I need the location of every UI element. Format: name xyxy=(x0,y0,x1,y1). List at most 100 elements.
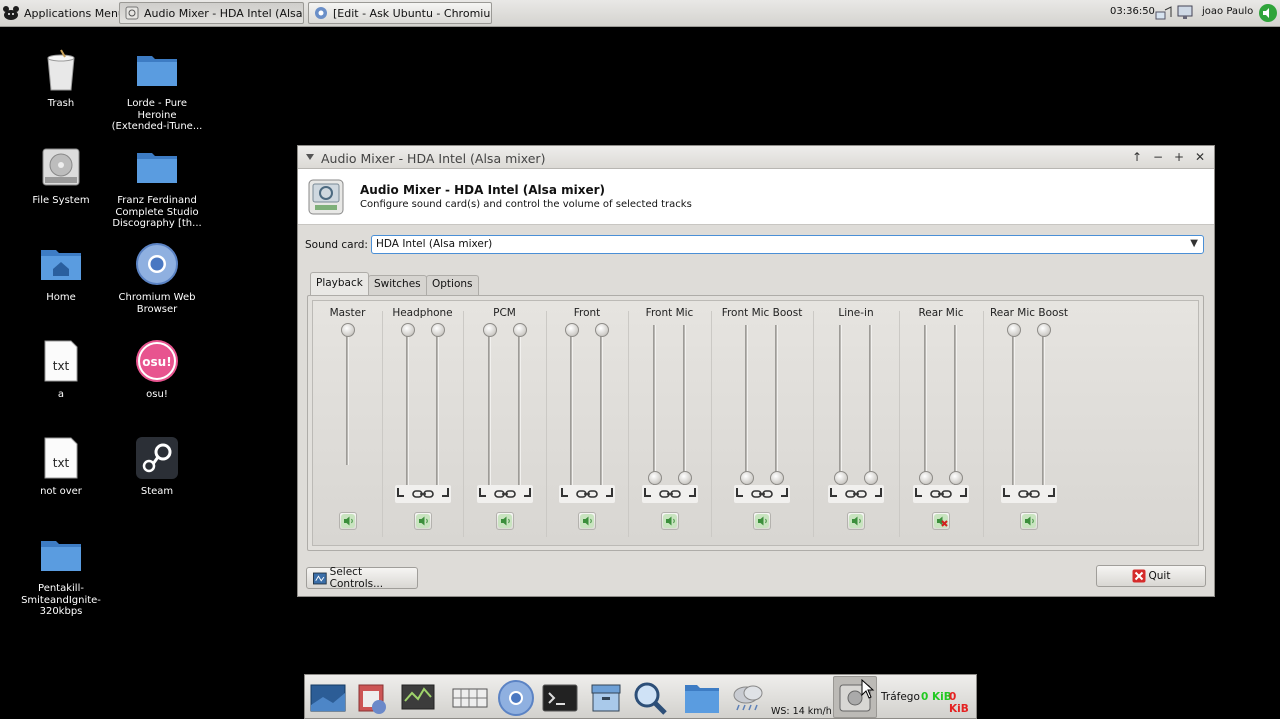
volume-slider-track[interactable] xyxy=(600,325,603,485)
volume-slider-handle-right[interactable] xyxy=(430,323,445,337)
chromium-icon xyxy=(136,243,178,285)
mute-toggle[interactable] xyxy=(338,512,357,530)
desktop-icon-steam[interactable]: Steam xyxy=(109,436,205,498)
volume-slider-track[interactable] xyxy=(435,325,439,485)
user-name[interactable]: joao Paulo xyxy=(1202,6,1253,17)
volume-slider-handle-left[interactable] xyxy=(565,323,579,337)
mute-toggle[interactable] xyxy=(495,512,514,530)
channel-lock-toggle[interactable] xyxy=(476,485,533,503)
close-icon[interactable]: ✕ xyxy=(1193,150,1207,164)
clock[interactable]: 03:36:50 xyxy=(1110,6,1155,17)
channel-lock-toggle[interactable] xyxy=(394,485,451,503)
mute-toggle[interactable] xyxy=(578,512,596,530)
tab-switches[interactable]: Switches xyxy=(368,275,427,295)
maximize-icon[interactable]: + xyxy=(1172,150,1186,164)
volume-slider-track[interactable] xyxy=(745,325,748,485)
volume-slider-track[interactable] xyxy=(652,325,656,485)
desktop-icon-folder[interactable]: Lorde - Pure Heroine (Extended-iTune... xyxy=(109,48,205,133)
volume-slider-track[interactable] xyxy=(839,325,842,485)
window-titlebar[interactable]: Audio Mixer - HDA Intel (Alsa mixer) ↑ −… xyxy=(298,146,1214,169)
keep-above-icon[interactable]: ↑ xyxy=(1130,150,1144,164)
volume-slider-handle-left[interactable] xyxy=(482,323,497,337)
desktop-icon-folder[interactable]: Franz Ferdinand Complete Studio Discogra… xyxy=(109,145,205,230)
mute-toggle[interactable] xyxy=(413,512,432,530)
taskbar-item-audio-mixer[interactable]: Audio Mixer - HDA Intel (Alsa mi... xyxy=(119,2,304,24)
software-center-icon[interactable] xyxy=(353,679,391,717)
volume-slider-track[interactable] xyxy=(954,325,957,485)
quit-label: Quit xyxy=(1148,570,1171,582)
system-monitor-icon[interactable] xyxy=(399,679,437,717)
channel-strip: Master xyxy=(313,301,382,545)
weather-icon[interactable] xyxy=(729,679,767,717)
terminal-icon[interactable] xyxy=(541,679,579,717)
display-icon[interactable] xyxy=(1176,3,1196,23)
volume-slider-track[interactable] xyxy=(869,325,872,485)
mute-toggle[interactable] xyxy=(753,512,771,530)
desktop-icon-trash[interactable]: Trash xyxy=(13,48,109,110)
mute-toggle[interactable] xyxy=(660,512,679,530)
volume-slider-track[interactable] xyxy=(924,325,927,485)
channel-lock-toggle[interactable] xyxy=(641,485,698,503)
tab-options[interactable]: Options xyxy=(426,275,479,295)
volume-slider-handle-left[interactable] xyxy=(647,471,662,485)
desktop-icon-osu[interactable]: osu! osu! xyxy=(109,339,205,401)
volume-slider-track[interactable] xyxy=(405,325,409,485)
volume-slider-handle-left[interactable] xyxy=(1007,323,1021,337)
desktop-icon-folder[interactable]: Pentakill-SmiteandIgnite-320kbps xyxy=(13,533,109,618)
select-controls-button[interactable]: Select Controls... xyxy=(306,566,418,590)
workspace-switcher-icon[interactable] xyxy=(451,679,489,717)
channel-lock-toggle[interactable] xyxy=(913,485,969,503)
volume-slider-handle-right[interactable] xyxy=(949,471,963,485)
channel-lock-toggle[interactable] xyxy=(1001,485,1057,503)
volume-slider-handle-right[interactable] xyxy=(512,323,527,337)
volume-slider-handle-left[interactable] xyxy=(340,323,355,337)
desktop-icon-home[interactable]: Home xyxy=(13,242,109,304)
text-file-icon: txt xyxy=(44,437,78,479)
archive-icon[interactable] xyxy=(587,679,625,717)
volume-slider-track[interactable] xyxy=(775,325,778,485)
applications-menu-button[interactable]: Applications Menu xyxy=(2,3,125,23)
chromium-icon[interactable] xyxy=(497,679,535,717)
channel-lock-toggle[interactable] xyxy=(828,485,884,503)
taskbar-item-chromium[interactable]: [Edit - Ask Ubuntu - Chromium] xyxy=(308,2,492,24)
search-icon[interactable] xyxy=(631,679,669,717)
channel-lock-toggle[interactable] xyxy=(559,485,615,503)
desktop-icon-file-system[interactable]: File System xyxy=(13,145,109,207)
chain-link-icon xyxy=(643,488,696,498)
volume-slider-track[interactable] xyxy=(1012,325,1015,485)
channel-lock-toggle[interactable] xyxy=(734,485,790,503)
mute-toggle[interactable] xyxy=(1020,512,1038,530)
mute-toggle[interactable] xyxy=(847,512,865,530)
volume-icon[interactable] xyxy=(1258,2,1278,24)
volume-slider-handle-left[interactable] xyxy=(919,471,933,485)
desktop-launcher-icon[interactable] xyxy=(309,679,347,717)
volume-slider-handle-right[interactable] xyxy=(1037,323,1051,337)
volume-slider-handle-right[interactable] xyxy=(677,471,692,485)
volume-slider-handle-right[interactable] xyxy=(770,471,784,485)
minimize-icon[interactable]: − xyxy=(1151,150,1165,164)
window-menu-icon[interactable] xyxy=(306,154,314,160)
desktop-icon-text-file-a[interactable]: txt a xyxy=(13,339,109,401)
network-icon[interactable] xyxy=(1154,3,1174,23)
volume-slider-handle-left[interactable] xyxy=(834,471,848,485)
channel-strip-area[interactable]: Master Headphone PCM Front Front Mic Front Mi… xyxy=(312,300,1199,546)
speaker-icon xyxy=(849,514,863,528)
mute-toggle-muted[interactable] xyxy=(932,512,950,530)
volume-slider-track[interactable] xyxy=(517,325,521,485)
volume-slider-handle-left[interactable] xyxy=(740,471,754,485)
volume-slider-track[interactable] xyxy=(345,325,349,465)
volume-slider-track[interactable] xyxy=(682,325,686,485)
quit-button[interactable]: Quit xyxy=(1096,565,1206,587)
folder-icon[interactable] xyxy=(683,679,721,717)
desktop-icon-chromium[interactable]: Chromium Web Browser xyxy=(109,242,205,315)
volume-slider-handle-right[interactable] xyxy=(595,323,609,337)
volume-slider-track[interactable] xyxy=(1042,325,1045,485)
volume-slider-track[interactable] xyxy=(487,325,491,485)
volume-slider-handle-right[interactable] xyxy=(864,471,878,485)
desktop-icon-text-file-not-over[interactable]: txt not over xyxy=(13,436,109,498)
volume-slider-track[interactable] xyxy=(570,325,573,485)
volume-slider-handle-left[interactable] xyxy=(400,323,415,337)
channel-separator xyxy=(899,311,900,537)
sound-card-select[interactable]: HDA Intel (Alsa mixer) ▼ xyxy=(371,235,1204,254)
tab-playback[interactable]: Playback xyxy=(310,272,369,296)
